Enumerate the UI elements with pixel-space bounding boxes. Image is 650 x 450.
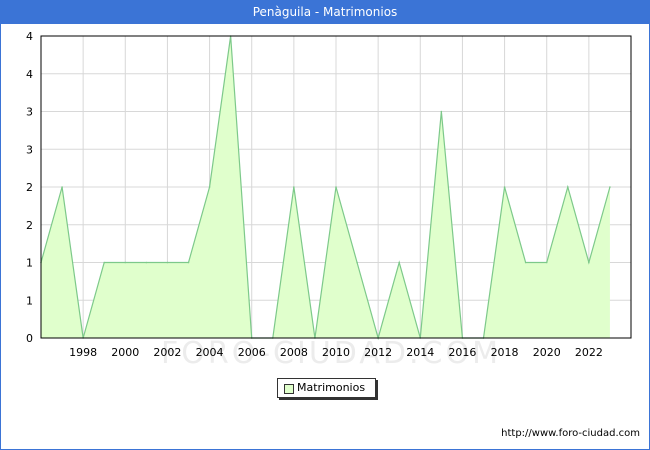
legend-label: Matrimonios xyxy=(297,381,366,394)
data-point xyxy=(609,186,611,188)
x-tick-label: 1998 xyxy=(69,346,97,359)
data-point xyxy=(145,261,148,264)
y-tick-label: 3 xyxy=(26,143,33,156)
x-tick-label: 2004 xyxy=(196,346,224,359)
chart-frame: Penàguila - Matrimonios FORO-CIUDAD.COM … xyxy=(0,0,650,450)
source-url: http://www.foro-ciudad.com xyxy=(501,428,640,439)
data-point xyxy=(524,261,527,264)
x-tick-label: 2000 xyxy=(111,346,139,359)
legend-swatch xyxy=(284,384,294,394)
y-tick-label: 4 xyxy=(26,68,33,81)
y-tick-label: 3 xyxy=(26,106,33,119)
data-point xyxy=(166,261,169,264)
x-tick-label: 2022 xyxy=(575,346,603,359)
y-tick-label: 4 xyxy=(26,30,33,43)
data-point xyxy=(356,261,358,264)
x-tick-label: 2020 xyxy=(533,346,561,359)
data-point xyxy=(566,186,569,188)
data-point xyxy=(545,261,548,264)
x-tick-label: 2002 xyxy=(153,346,181,359)
legend: Matrimonios xyxy=(277,378,376,398)
data-point xyxy=(293,186,295,188)
data-point xyxy=(103,261,106,264)
y-tick-label: 2 xyxy=(26,181,33,194)
data-point xyxy=(398,261,401,264)
x-tick-label: 2006 xyxy=(238,346,266,359)
data-point xyxy=(208,186,211,188)
data-point xyxy=(187,261,190,264)
data-point xyxy=(124,261,127,264)
y-tick-label: 0 xyxy=(26,332,33,345)
data-point xyxy=(588,261,590,264)
x-tick-label: 2018 xyxy=(491,346,519,359)
data-point xyxy=(440,110,443,113)
y-tick-label: 1 xyxy=(26,257,33,270)
y-tick-label: 2 xyxy=(26,219,33,232)
y-tick-label: 1 xyxy=(26,294,33,307)
x-tick-label: 2008 xyxy=(280,346,308,359)
data-point xyxy=(335,186,337,188)
x-tick-label: 2016 xyxy=(448,346,476,359)
data-point xyxy=(503,186,506,188)
x-tick-label: 2014 xyxy=(406,346,434,359)
x-tick-label: 2012 xyxy=(364,346,392,359)
data-point xyxy=(61,186,63,188)
x-tick-label: 2010 xyxy=(322,346,350,359)
